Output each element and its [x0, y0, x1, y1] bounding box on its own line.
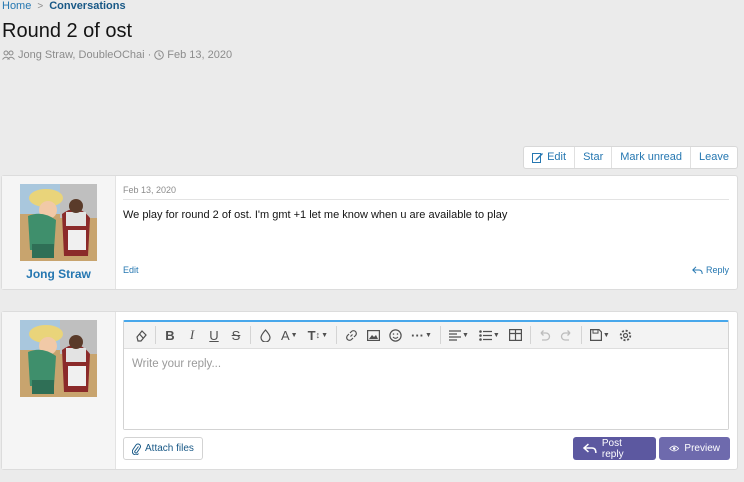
- breadcrumb-separator: >: [37, 1, 44, 12]
- message-username[interactable]: Jong Straw: [2, 267, 115, 281]
- rich-text-editor: B I U S A ▼ T ↕ ▼ ··· ▼ ▼ ▼ ▼ Write your…: [123, 320, 729, 430]
- toolbar-divider: [580, 326, 582, 344]
- list-icon[interactable]: ▼: [474, 324, 505, 346]
- editor-toolbar: B I U S A ▼ T ↕ ▼ ··· ▼ ▼ ▼ ▼: [124, 322, 728, 349]
- message-date[interactable]: Feb 13, 2020: [123, 185, 176, 195]
- participants-list[interactable]: Jong Straw, DoubleOChai: [18, 49, 145, 61]
- edit-label: Edit: [547, 151, 567, 163]
- reply-icon: [692, 265, 703, 274]
- more-icon[interactable]: ··· ▼: [406, 324, 437, 346]
- link-icon[interactable]: [340, 324, 362, 346]
- bold-icon[interactable]: B: [159, 324, 181, 346]
- color-icon[interactable]: [254, 324, 276, 346]
- reply-avatar[interactable]: [20, 320, 97, 397]
- attach-files-label: Attach files: [145, 443, 194, 454]
- eye-icon: [669, 445, 680, 452]
- post-reply-label: Post reply: [601, 437, 624, 460]
- leave-button[interactable]: Leave: [690, 147, 737, 168]
- reply-user-column: [2, 312, 116, 469]
- preview-button[interactable]: Preview: [659, 437, 730, 460]
- toolbar-divider: [529, 326, 531, 344]
- clock-icon: [154, 50, 165, 60]
- message-divider: [123, 199, 729, 200]
- toolbar-divider: [155, 326, 156, 344]
- message-body: We play for round 2 of ost. I'm gmt +1 l…: [123, 209, 508, 221]
- breadcrumb-conversations[interactable]: Conversations: [49, 0, 125, 12]
- breadcrumb-home[interactable]: Home: [2, 0, 31, 12]
- edit-button[interactable]: Edit: [524, 147, 574, 168]
- post-reply-button[interactable]: Post reply: [573, 437, 656, 460]
- avatar[interactable]: [20, 184, 97, 261]
- edit-icon: [532, 153, 544, 163]
- strikethrough-icon[interactable]: S: [225, 324, 247, 346]
- meta-dot: ·: [147, 49, 152, 61]
- reply-textarea[interactable]: Write your reply...: [124, 349, 728, 429]
- message-user-column: Jong Straw: [2, 176, 116, 289]
- star-button[interactable]: Star: [574, 147, 611, 168]
- text-size-icon[interactable]: T ↕ ▼: [303, 324, 333, 346]
- toolbar-divider: [336, 326, 337, 344]
- underline-icon[interactable]: U: [203, 324, 225, 346]
- smilie-icon[interactable]: [384, 324, 406, 346]
- eraser-icon[interactable]: [130, 324, 152, 346]
- page-title: Round 2 of ost: [2, 20, 133, 42]
- message: Jong Straw Feb 13, 2020 We play for roun…: [1, 175, 738, 290]
- redo-icon[interactable]: [556, 324, 578, 346]
- image-icon[interactable]: [362, 324, 384, 346]
- attach-files-button[interactable]: Attach files: [123, 437, 203, 460]
- settings-icon[interactable]: [615, 324, 637, 346]
- italic-icon[interactable]: I: [181, 324, 203, 346]
- message-edit-link[interactable]: Edit: [123, 265, 139, 275]
- align-icon[interactable]: ▼: [444, 324, 474, 346]
- preview-label: Preview: [684, 443, 720, 454]
- participants-icon: [2, 50, 15, 60]
- font-size-icon[interactable]: A ▼: [276, 324, 303, 346]
- conversation-meta: Jong Straw, DoubleOChai · Feb 13, 2020: [2, 49, 232, 61]
- breadcrumb: Home > Conversations: [2, 0, 126, 13]
- table-icon[interactable]: [505, 324, 527, 346]
- paperclip-icon: [132, 443, 141, 455]
- reply-form: B I U S A ▼ T ↕ ▼ ··· ▼ ▼ ▼ ▼ Write your…: [1, 311, 738, 470]
- drafts-icon[interactable]: ▼: [585, 324, 615, 346]
- reply-label: Reply: [705, 265, 729, 275]
- reply-icon: [583, 443, 597, 453]
- undo-icon[interactable]: [534, 324, 556, 346]
- conversation-date: Feb 13, 2020: [167, 49, 233, 61]
- toolbar-divider: [250, 326, 251, 344]
- message-reply-link[interactable]: Reply: [692, 265, 729, 275]
- mark-unread-button[interactable]: Mark unread: [611, 147, 690, 168]
- toolbar-divider: [439, 326, 441, 344]
- conversation-actions: Edit Star Mark unread Leave: [523, 146, 738, 169]
